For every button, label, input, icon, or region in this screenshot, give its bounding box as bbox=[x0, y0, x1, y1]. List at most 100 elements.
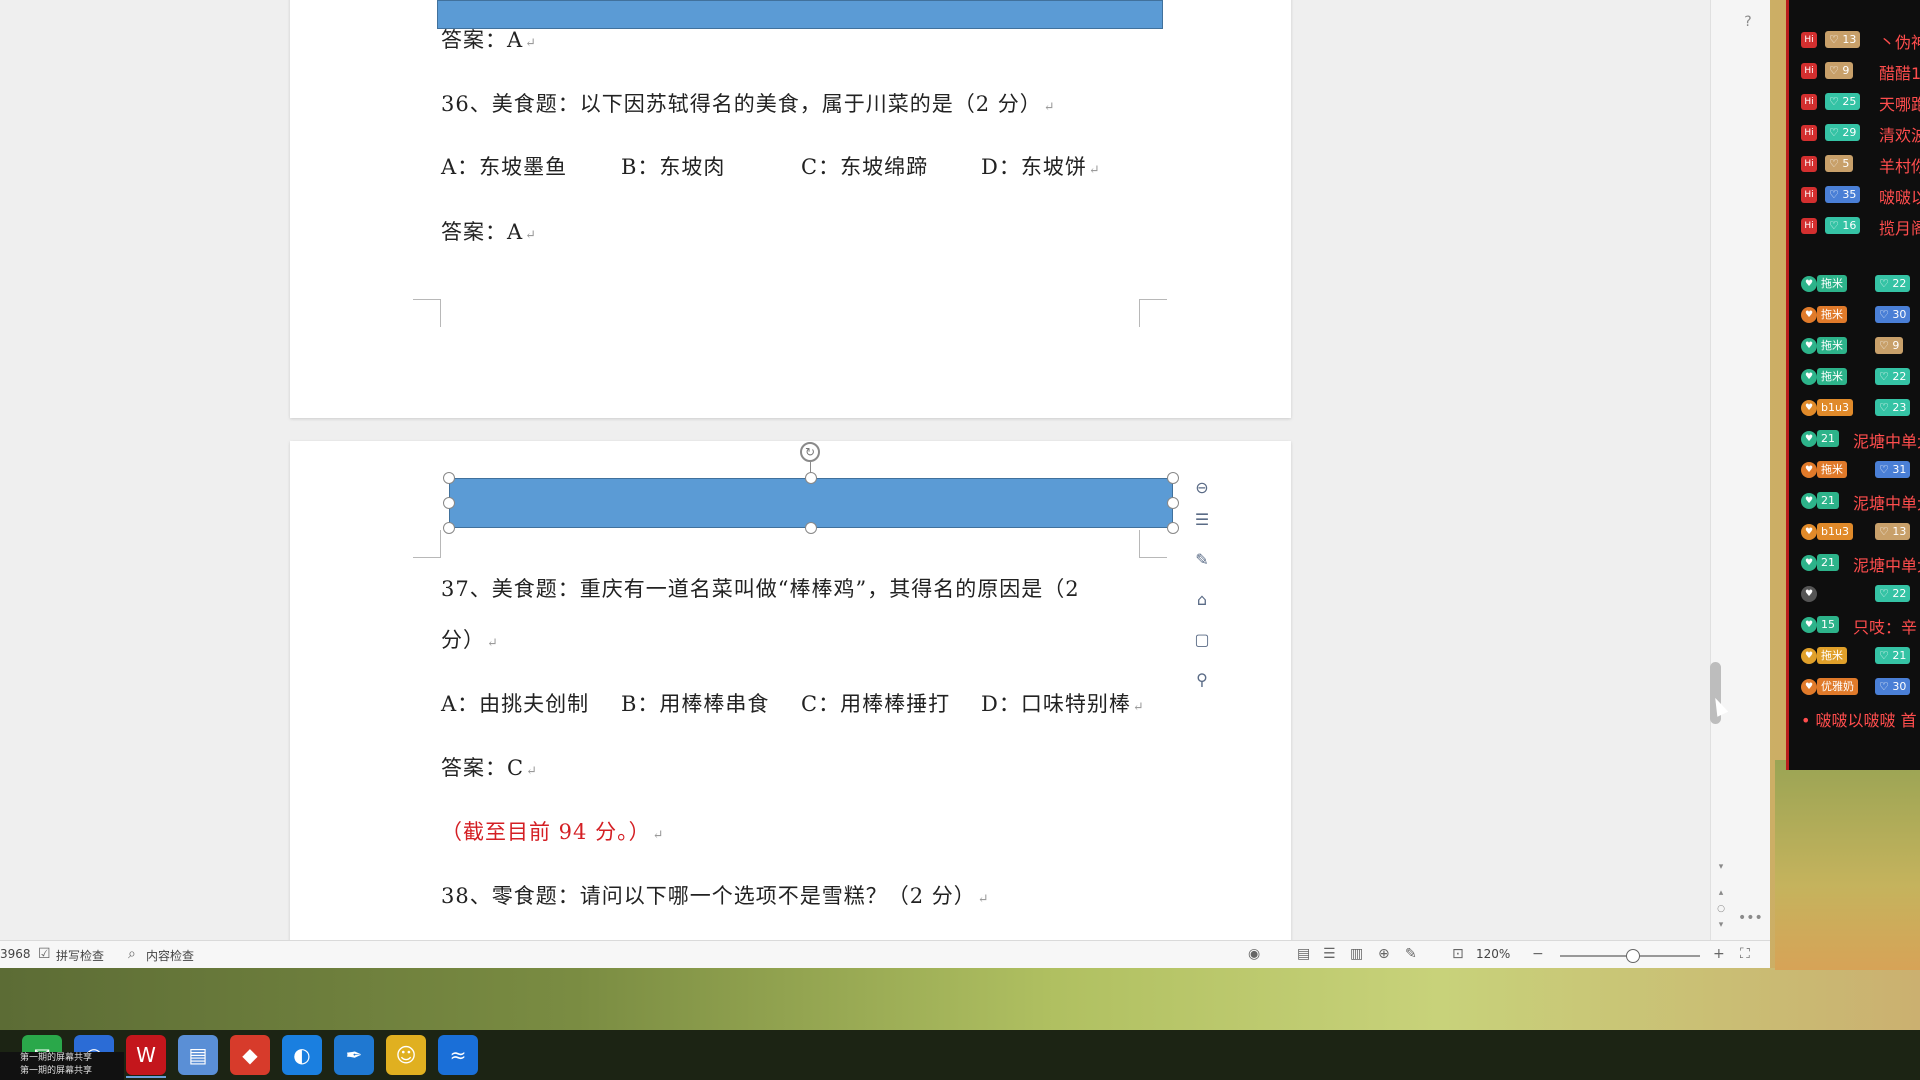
wps-writer-window: 答案：A ↵ 36、美食题：以下因苏轼得名的美食，属于川菜的是（2 分） ↵ A：东… bbox=[0, 0, 1770, 968]
stream-app-icon[interactable]: ≈ bbox=[438, 1035, 478, 1075]
help-icon[interactable]: ? bbox=[1738, 14, 1758, 30]
crop-mark bbox=[1139, 530, 1167, 558]
chat-fan-level: ♡ 23 bbox=[1875, 399, 1911, 416]
resize-handle-tl[interactable] bbox=[443, 472, 455, 484]
zoom-slider-knob[interactable] bbox=[1626, 949, 1640, 963]
chat-fan-row: ♥ 拖米 ♡ 22 bbox=[1789, 365, 1920, 387]
border-frame-icon[interactable]: ▢ bbox=[1188, 626, 1216, 654]
zoom-out-icon[interactable]: − bbox=[1532, 946, 1544, 962]
chat-fan-tag: 21 bbox=[1817, 554, 1839, 571]
chat-fan-icon: ♥ bbox=[1801, 338, 1817, 354]
chat-fan-row: ♥ 拖米 ♡ 22 bbox=[1789, 272, 1920, 294]
chat-level-badge: Hi bbox=[1801, 156, 1817, 172]
mascot-app-icon[interactable]: ☺ bbox=[386, 1035, 426, 1075]
resize-handle-r[interactable] bbox=[1167, 497, 1179, 509]
chat-fan-icon: ♥ bbox=[1801, 493, 1817, 509]
feather-app-icon[interactable]: ✒ bbox=[334, 1035, 374, 1075]
bulb-icon[interactable]: ⚲ bbox=[1188, 666, 1216, 694]
chat-fan-tag: 拖米 bbox=[1817, 368, 1847, 385]
chat-fan-tag: b1u3 bbox=[1817, 399, 1853, 416]
rotate-handle-icon[interactable]: ↻ bbox=[800, 442, 820, 462]
chat-level-badge: Hi bbox=[1801, 32, 1817, 48]
crop-mark bbox=[1139, 299, 1167, 327]
chat-fan-level: ♡ 22 bbox=[1875, 585, 1911, 602]
content-check-icon: ⌕ bbox=[128, 946, 136, 962]
chat-username: 啵啵以 bbox=[1879, 188, 1920, 205]
wps-icon[interactable]: W bbox=[126, 1035, 166, 1075]
chat-fan-row: ♥ 拖米 ♡ 21 bbox=[1789, 644, 1920, 666]
chat-level-badge: Hi bbox=[1801, 218, 1817, 234]
chat-username: 泥塘中单大 bbox=[1853, 494, 1920, 511]
question-38: 38、零食题：请问以下哪一个选项不是雪糕？（2 分） ↵ bbox=[441, 884, 990, 908]
option-d: D：东坡饼 bbox=[981, 155, 1087, 179]
live-chat-overlay: Hi ♡ 13 丶伪神 Hi ♡ 9 醋醋1 Hi ♡ 25 天哪跑 Hi ♡ 29 清欢波 Hi ♡ 5… bbox=[1786, 0, 1920, 770]
resize-handle-bl[interactable] bbox=[443, 522, 455, 534]
chat-fan-tag: b1u3 bbox=[1817, 523, 1853, 540]
chat-fan-tag: 优雅奶 bbox=[1817, 678, 1858, 695]
chat-fan-row: ♥ 拖米 ♡ 9 bbox=[1789, 334, 1920, 356]
resize-handle-tr[interactable] bbox=[1167, 472, 1179, 484]
chat-fan-icon: ♥ bbox=[1801, 555, 1817, 571]
blue-header-shape[interactable] bbox=[437, 0, 1163, 29]
reading-view-icon[interactable]: ▥ bbox=[1350, 946, 1363, 962]
chat-fan-tag: 拖米 bbox=[1817, 306, 1847, 323]
content-check-button[interactable]: 内容检查 bbox=[146, 947, 194, 964]
zoom-level[interactable]: 120% bbox=[1476, 947, 1510, 961]
fit-page-icon[interactable]: ⊡ bbox=[1452, 946, 1464, 962]
resize-handle-l[interactable] bbox=[443, 497, 455, 509]
outline-pen-icon[interactable]: ✎ bbox=[1188, 546, 1216, 574]
more-options-icon[interactable]: ••• bbox=[1738, 910, 1763, 926]
select-browse-icon[interactable]: ○ bbox=[1711, 904, 1731, 914]
chat-fan-tag: 21 bbox=[1817, 492, 1839, 509]
resize-handle-b[interactable] bbox=[805, 522, 817, 534]
notes-icon[interactable]: ▤ bbox=[178, 1035, 218, 1075]
score-note: （截至目前 94 分。） ↵ bbox=[441, 820, 665, 844]
fill-icon[interactable]: ⌂ bbox=[1188, 586, 1216, 614]
resize-handle-t[interactable] bbox=[805, 472, 817, 484]
chat-fan-row: ♥21 泥塘中单大 bbox=[1789, 489, 1920, 511]
chat-fan-row: ♥ b1u3 ♡ 13 bbox=[1789, 520, 1920, 542]
chat-fan-icon: ♥ bbox=[1801, 524, 1817, 540]
wallpaper-band bbox=[0, 968, 1920, 1030]
chat-message: Hi ♡ 25 天哪跑 bbox=[1789, 90, 1920, 112]
taskbar: ✉ ◉ W ▤ ◆ ◐ ✒ ☺ ≈ bbox=[0, 1030, 1920, 1080]
chat-username: 揽月阁 bbox=[1879, 219, 1920, 236]
chat-fan-icon: ♥ bbox=[1801, 400, 1817, 416]
prev-page-icon[interactable]: ▴ bbox=[1711, 888, 1731, 898]
write-mode-icon[interactable]: ✎ bbox=[1405, 946, 1417, 962]
spell-check-button[interactable]: 拼写检查 bbox=[56, 947, 104, 964]
chat-fan-icon: ♥ bbox=[1801, 617, 1817, 633]
chat-username: 只吱：辛 bbox=[1853, 618, 1918, 635]
layout-options-icon[interactable]: ☰ bbox=[1188, 506, 1216, 534]
app-red-icon[interactable]: ◆ bbox=[230, 1035, 270, 1075]
chat-fan-row: ♥ 拖米 ♡ 30 bbox=[1789, 303, 1920, 325]
collapse-icon[interactable]: ⊖ bbox=[1188, 474, 1216, 502]
answer-line: 答案：A ↵ bbox=[441, 28, 538, 52]
outline-view-icon[interactable]: ☰ bbox=[1323, 946, 1336, 962]
next-page-icon[interactable]: ▾ bbox=[1711, 920, 1731, 930]
question-37-options: A：由挑夫创制 B：用棒棒串食 C：用棒棒捶打 D：口味特别棒 ↵ bbox=[441, 688, 1145, 718]
fullscreen-icon[interactable]: ⛶ bbox=[1740, 946, 1750, 962]
chat-level-badge: Hi bbox=[1801, 125, 1817, 141]
chat-fan-tag: 拖米 bbox=[1817, 275, 1847, 292]
chat-message: Hi ♡ 5 羊村你 bbox=[1789, 152, 1920, 174]
chat-username: 泥塘中单大 bbox=[1853, 432, 1920, 449]
chat-username: 丶伪神 bbox=[1879, 33, 1920, 50]
scroll-down-icon[interactable]: ▾ bbox=[1711, 862, 1731, 872]
chat-fan-badge: ♡ 13 bbox=[1825, 31, 1861, 48]
document-canvas[interactable]: 答案：A ↵ 36、美食题：以下因苏轼得名的美食，属于川菜的是（2 分） ↵ A：东… bbox=[0, 0, 1710, 940]
selected-blue-shape[interactable] bbox=[449, 478, 1173, 528]
word-count[interactable]: 3968 bbox=[0, 947, 31, 961]
edge-browser-icon[interactable]: ◐ bbox=[282, 1035, 322, 1075]
zoom-in-icon[interactable]: + bbox=[1713, 946, 1725, 962]
chat-fan-level: ♡ 13 bbox=[1875, 523, 1911, 540]
chat-fan-badge: ♡ 9 bbox=[1825, 62, 1854, 79]
page-view-icon[interactable]: ▤ bbox=[1297, 946, 1310, 962]
chat-fan-row: ♥21 泥塘中单大 bbox=[1789, 427, 1920, 449]
resize-handle-br[interactable] bbox=[1167, 522, 1179, 534]
chat-fan-row: ♥ ♡ 22 bbox=[1789, 582, 1920, 604]
chat-fan-level: ♡ 30 bbox=[1875, 306, 1911, 323]
question-37-answer: 答案：C ↵ bbox=[441, 756, 538, 780]
eye-protection-icon[interactable]: ◉ bbox=[1248, 946, 1260, 962]
web-view-icon[interactable]: ⊕ bbox=[1378, 946, 1390, 962]
